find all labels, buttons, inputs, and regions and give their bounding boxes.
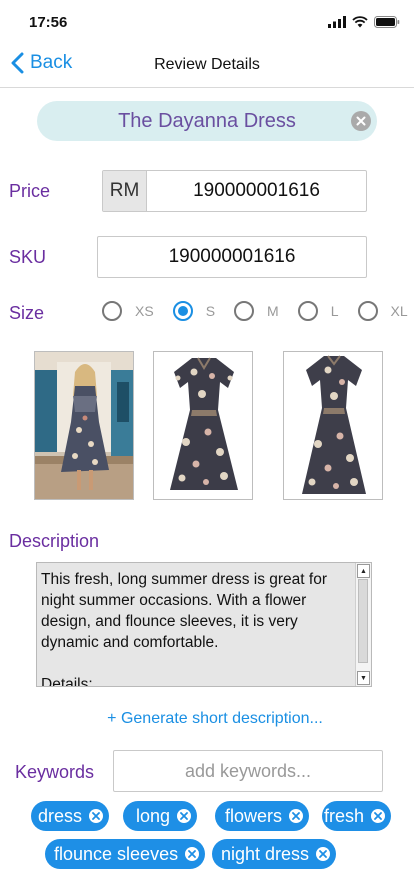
radio-s[interactable] (172, 301, 193, 321)
remove-chip-icon[interactable] (289, 809, 304, 823)
chip-label: flounce sleeves (54, 843, 179, 864)
price-label: Price (9, 181, 51, 201)
radio-l[interactable] (297, 301, 318, 321)
clear-icon[interactable] (351, 111, 371, 131)
scrollbar[interactable]: ▲ ▼ (355, 563, 371, 686)
status-bar: 17:56 (0, 0, 414, 44)
description-textarea[interactable]: This fresh, long summer dress is great f… (36, 562, 372, 687)
size-text-xl: XL (390, 303, 408, 319)
product-name-field[interactable]: The Dayanna Dress (37, 101, 377, 141)
size-option-l[interactable]: L (297, 301, 358, 321)
status-icons (328, 16, 400, 28)
radio-m[interactable] (234, 301, 255, 321)
radio-xs[interactable] (102, 301, 122, 321)
chip-label: dress (38, 805, 83, 826)
description-label: Description (9, 531, 100, 551)
product-name: The Dayanna Dress (118, 110, 296, 132)
keywords-label: Keywords (15, 762, 95, 782)
size-label: Size (9, 303, 45, 323)
chip-label: fresh (324, 805, 365, 826)
size-text-m: M (267, 303, 279, 319)
price-currency: RM (103, 171, 147, 211)
chip-label: night dress (221, 843, 310, 864)
remove-chip-icon[interactable] (316, 847, 331, 861)
size-option-s[interactable]: S (172, 301, 234, 321)
scroll-up-icon[interactable]: ▲ (357, 564, 370, 578)
model-photo[interactable] (34, 351, 134, 500)
radio-xl[interactable] (357, 301, 378, 321)
wifi-icon (352, 16, 368, 28)
generate-description-link[interactable]: + Generate short description... (0, 710, 414, 728)
keyword-chip-night-dress[interactable]: night dress (212, 839, 337, 869)
keyword-chip-fresh[interactable]: fresh (322, 801, 392, 831)
size-text-xs: XS (135, 303, 154, 319)
scroll-thumb[interactable] (358, 579, 368, 663)
chip-label: flowers (225, 805, 283, 826)
price-field[interactable]: RM 190000001616 (102, 170, 367, 212)
keyword-chip-flowers[interactable]: flowers (215, 801, 310, 831)
status-time: 17:56 (29, 14, 68, 31)
page-title: Review Details (154, 56, 260, 73)
sku-label: SKU (9, 247, 47, 267)
size-text-l: L (330, 303, 339, 319)
remove-chip-icon[interactable] (177, 809, 192, 823)
size-option-xl[interactable]: XL (357, 301, 408, 321)
size-radio-group: XS S M L XL (102, 301, 408, 321)
price-input[interactable]: 190000001616 (147, 171, 366, 211)
size-option-xs[interactable]: XS (102, 301, 173, 321)
keyword-chip-long[interactable]: long (123, 801, 198, 831)
scroll-down-icon[interactable]: ▼ (357, 671, 370, 685)
keyword-chip-flounce-sleeves[interactable]: flounce sleeves (45, 839, 206, 869)
dress-back-photo[interactable] (283, 351, 383, 500)
keyword-chip-dress[interactable]: dress (31, 801, 110, 831)
nav-bar: Back Review Details (0, 44, 414, 88)
remove-chip-icon[interactable] (371, 809, 386, 823)
size-option-m[interactable]: M (234, 301, 298, 321)
remove-chip-icon[interactable] (185, 847, 200, 861)
chip-label: long (136, 805, 171, 826)
description-text: This fresh, long summer dress is great f… (41, 571, 327, 687)
size-text-s: S (205, 303, 216, 319)
battery-icon (374, 16, 400, 28)
dress-front-photo[interactable] (153, 351, 253, 500)
sku-input[interactable]: 190000001616 (97, 236, 367, 278)
keywords-input[interactable]: add keywords... (113, 750, 383, 792)
remove-chip-icon[interactable] (89, 809, 104, 823)
signal-icon (328, 16, 346, 28)
